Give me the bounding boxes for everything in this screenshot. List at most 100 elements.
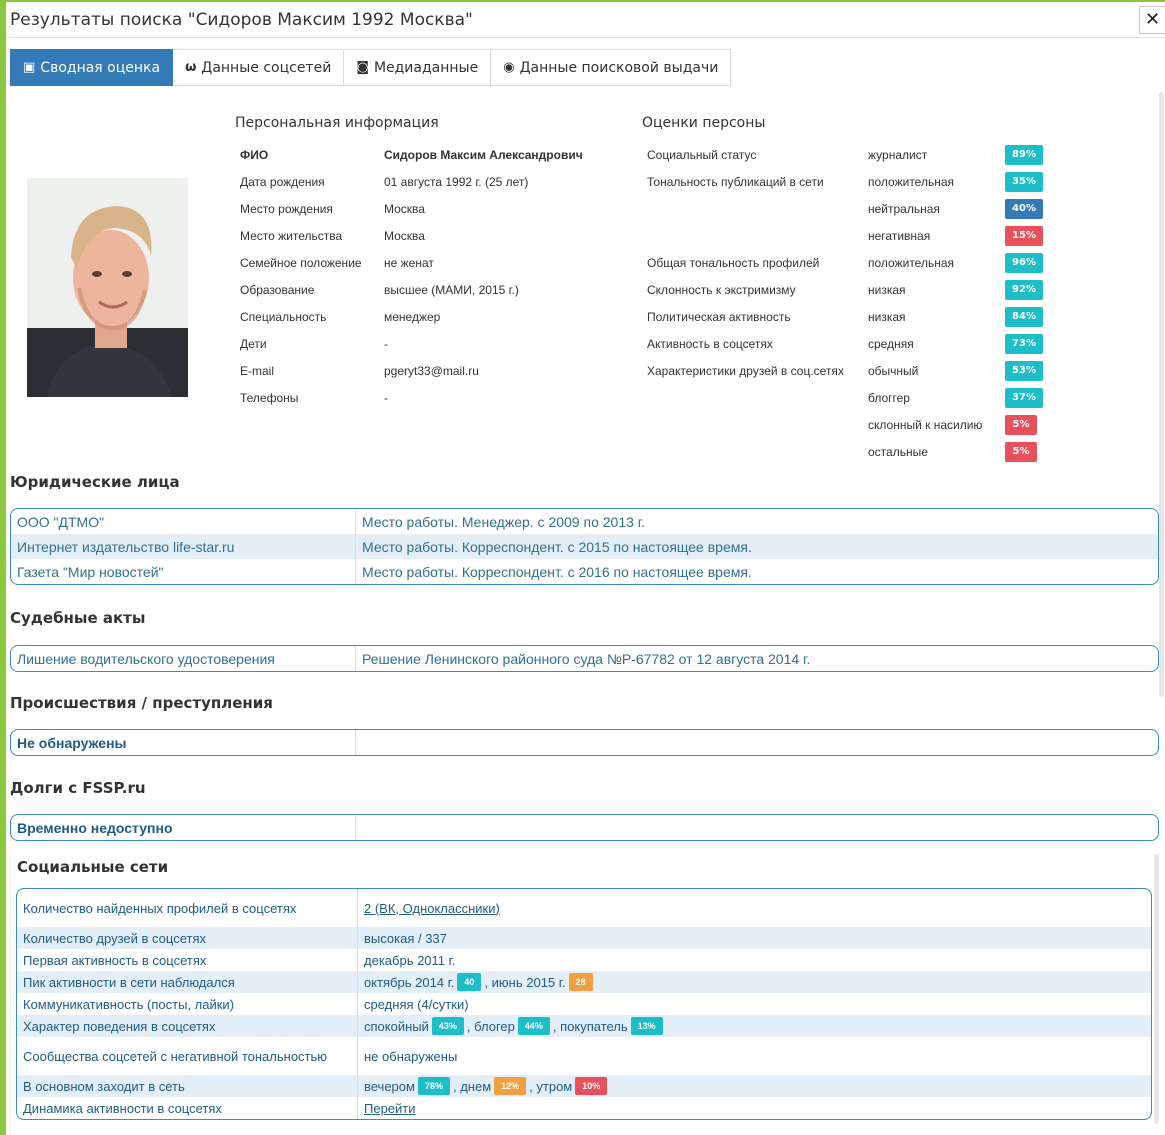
close-icon[interactable]: ✕ <box>1139 6 1165 34</box>
entity-info: Решение Ленинского районного суда №Р-677… <box>362 650 811 667</box>
social-row: Динамика активности в соцсетях Перейти <box>17 1097 1151 1119</box>
tab-3[interactable]: ◉ Данные поисковой выдачи <box>491 49 732 86</box>
tab-label: Данные поисковой выдачи <box>519 59 719 76</box>
value-text: , июнь 2015 г. <box>484 974 566 990</box>
social-label: Пик активности в сети наблюдался <box>17 971 358 993</box>
percent-badge: 40 <box>457 973 482 991</box>
table-row: Газета "Мир новостей" Место работы. Корре… <box>11 559 1158 584</box>
entity-info: Место работы. Корреспондент. с 2016 по н… <box>362 563 752 580</box>
entity-name: Интернет издательство life-star.ru <box>11 534 356 559</box>
social-scrollbar[interactable] <box>1154 854 1159 1124</box>
percent-badge: 5% <box>1005 415 1037 435</box>
personal-label: E-mail <box>240 364 275 378</box>
tab-1[interactable]: ѡ Данные соцсетей <box>173 49 345 86</box>
personal-value: Сидоров Максим Александрович <box>384 148 583 162</box>
value-link[interactable]: Перейти <box>364 1101 416 1116</box>
assessment-label: Общая тональность профилей <box>647 256 820 270</box>
entity-info: Место работы. Менеджер. с 2009 по 2013 г… <box>362 513 646 530</box>
personal-value: не женат <box>384 256 434 270</box>
social-row: Сообщества соцсетей с негативной тональн… <box>17 1037 1151 1075</box>
assessment-value: нейтральная <box>868 202 940 216</box>
assessment-value: блоггер <box>868 391 910 405</box>
personal-info-heading: Персональная информация <box>235 115 439 131</box>
entity-name: Лишение водительского удостоверения <box>11 646 356 671</box>
personal-value: pgeryt33@mail.ru <box>384 364 479 378</box>
personal-value: высшее (МАМИ, 2015 г.) <box>384 283 519 297</box>
value-text: , утром <box>529 1078 573 1094</box>
social-row: Количество друзей в соцсетях высокая / 33… <box>17 927 1151 949</box>
assessment-value: средняя <box>868 337 914 351</box>
social-value: высокая / 337 <box>358 931 1151 946</box>
entity-info: Место работы. Корреспондент. с 2015 по н… <box>362 538 752 555</box>
personal-label: Дата рождения <box>240 175 325 189</box>
social-row: Количество найденных профилей в соцсетях… <box>17 889 1151 927</box>
personal-value: 01 августа 1992 г. (25 лет) <box>384 175 529 189</box>
assessment-value: склонный к насилию <box>868 418 983 432</box>
camera-icon: ◙ <box>356 60 369 75</box>
social-value: 2 (ВК, Одноклассники) <box>358 901 1151 916</box>
social-row: В основном заходит в сеть вечером 78%, дне… <box>17 1075 1151 1097</box>
percent-badge: 44% <box>517 1017 550 1035</box>
personal-value: - <box>384 391 388 405</box>
social-label: Характер поведения в соцсетях <box>17 1015 358 1037</box>
assessment-heading: Оценки персоны <box>642 115 766 131</box>
assessment-value: положительная <box>868 256 955 270</box>
social-label: Количество друзей в соцсетях <box>17 927 358 949</box>
assessment-value: низкая <box>868 283 906 297</box>
tab-2[interactable]: ◙ Медиаданные <box>344 49 492 86</box>
tab-label: Сводная оценка <box>40 59 161 76</box>
social-value: вечером 78%, днем 12%, утром 10% <box>358 1077 1151 1095</box>
value-text: октябрь 2014 г. <box>364 974 455 990</box>
title-bar: Результаты поиска "Сидоров Максим 1992 М… <box>6 2 1165 38</box>
percent-badge: 37% <box>1005 388 1043 408</box>
assessment-label: Политическая активность <box>647 310 791 324</box>
percent-badge: 78% <box>417 1077 450 1095</box>
assessment-label: Социальный статус <box>647 148 757 162</box>
assessment-value: остальные <box>868 445 928 459</box>
entity-name: Газета "Мир новостей" <box>11 559 356 584</box>
value-text: вечером <box>364 1078 415 1094</box>
social-label: Динамика активности в соцсетях <box>17 1097 358 1119</box>
percent-badge: 89% <box>1005 145 1043 165</box>
tab-0[interactable]: ▣ Сводная оценка <box>10 49 174 86</box>
personal-label: Место жительства <box>240 229 343 243</box>
assessment-value: обычный <box>868 364 919 378</box>
percent-badge: 28 <box>568 973 593 991</box>
percent-badge: 15% <box>1005 226 1043 246</box>
percent-badge: 84% <box>1005 307 1043 327</box>
social-table: Количество найденных профилей в соцсетях… <box>16 888 1152 1120</box>
social-row: Пик активности в сети наблюдался октябрь … <box>17 971 1151 993</box>
search-results-window: Результаты поиска "Сидоров Максим 1992 М… <box>6 2 1165 1135</box>
social-value: Перейти <box>358 1101 1151 1116</box>
personal-label: Место рождения <box>240 202 333 216</box>
personal-label: Специальность <box>240 310 327 324</box>
assessment-value: журналист <box>868 148 928 162</box>
social-label: Первая активность в соцсетях <box>17 949 358 971</box>
incidents-value: Не обнаружены <box>11 730 356 755</box>
value-text: не обнаружены <box>364 1048 458 1064</box>
social-value: октябрь 2014 г. 40, июнь 2015 г. 28 <box>358 973 1151 991</box>
main-scrollbar[interactable] <box>1159 92 1164 697</box>
percent-badge: 73% <box>1005 334 1043 354</box>
legal-entities-heading: Юридические лица <box>10 473 180 491</box>
fssp-value: Временно недоступно <box>11 815 356 840</box>
social-row: Коммуникативность (посты, лайки) средняя … <box>17 993 1151 1015</box>
tab-label: Медиаданные <box>373 59 479 76</box>
court-acts-heading: Судебные акты <box>10 609 146 627</box>
social-label: Количество найденных профилей в соцсетях <box>17 889 358 927</box>
social-value: средняя (4/сутки) <box>358 997 1151 1012</box>
value-text: , днем <box>452 1078 492 1094</box>
social-row: Характер поведения в соцсетях спокойный 43… <box>17 1015 1151 1037</box>
value-text: высокая / 337 <box>364 930 447 946</box>
percent-badge: 53% <box>1005 361 1043 381</box>
percent-badge: 92% <box>1005 280 1043 300</box>
personal-label: Дети <box>240 337 267 351</box>
assessment-value: положительная <box>868 175 955 189</box>
social-label: Коммуникативность (посты, лайки) <box>17 993 358 1015</box>
personal-value: Москва <box>384 202 425 216</box>
social-value: не обнаружены <box>358 1049 1151 1064</box>
personal-value: Москва <box>384 229 425 243</box>
value-link[interactable]: 2 (ВК, Одноклассники) <box>364 901 500 916</box>
tab-label: Данные соцсетей <box>201 59 332 76</box>
incidents-table: Не обнаружены <box>10 729 1159 756</box>
